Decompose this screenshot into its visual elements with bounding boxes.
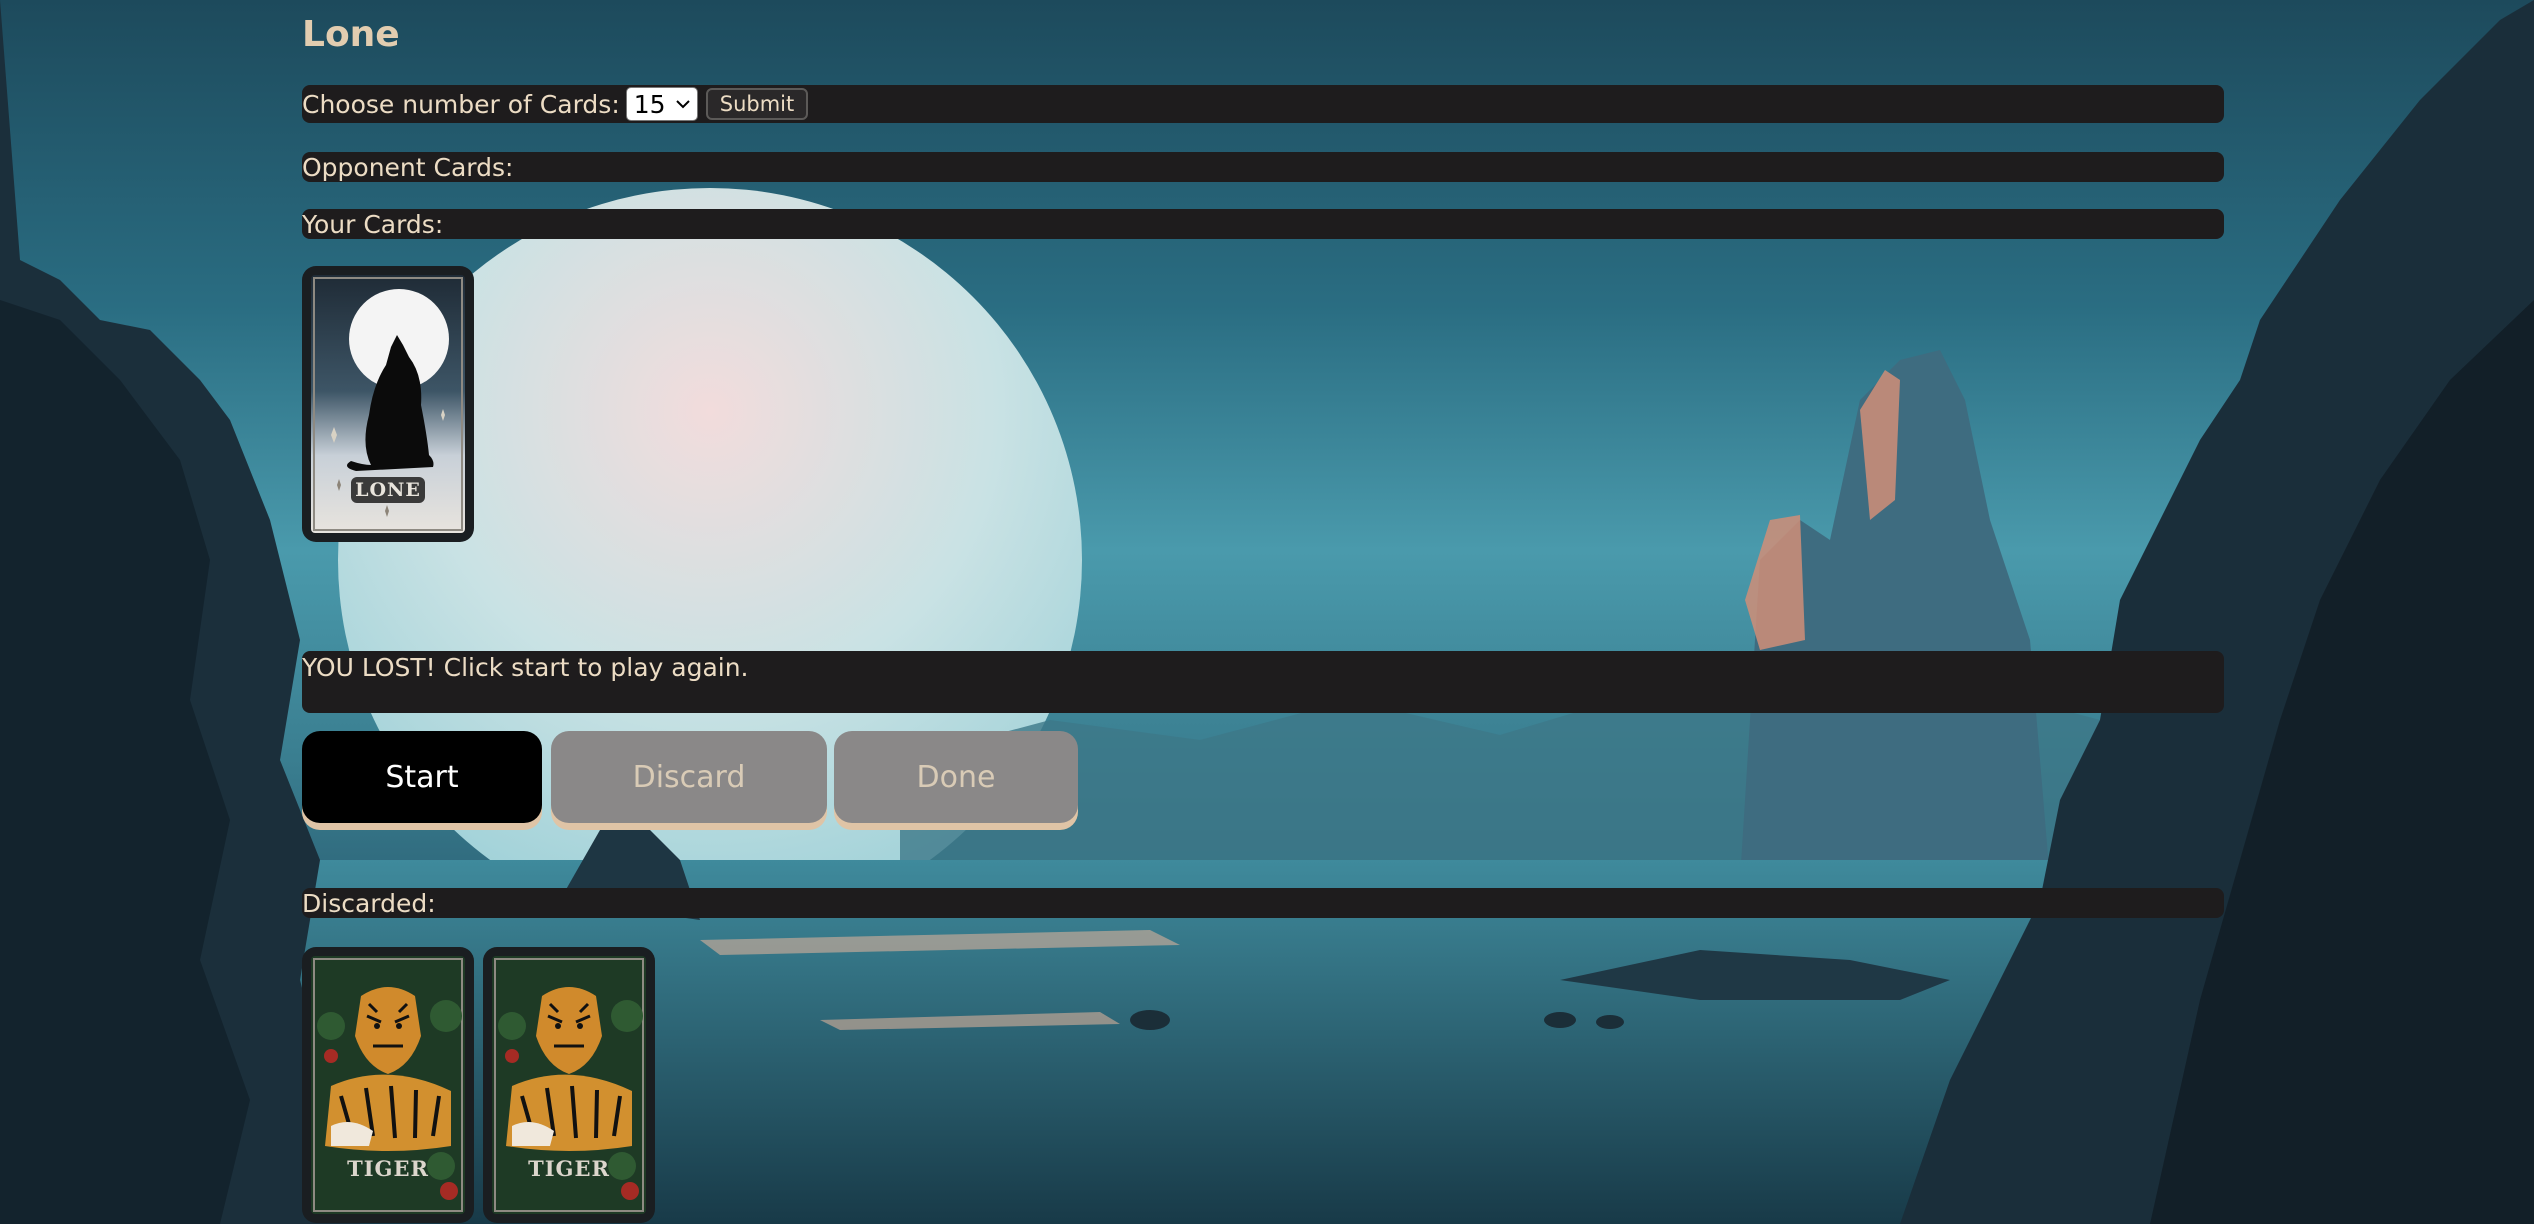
status-message-bar: YOU LOST! Click start to play again. bbox=[302, 651, 2224, 713]
card-count-label: Choose number of Cards: bbox=[302, 89, 620, 119]
card-label: TIGER bbox=[528, 1156, 610, 1181]
card-count-value: 15 bbox=[633, 89, 666, 119]
opponent-cards-label: Opponent Cards: bbox=[302, 152, 514, 182]
rock bbox=[1544, 1012, 1576, 1028]
discarded-card: TIGER bbox=[483, 947, 655, 1223]
rock bbox=[1596, 1015, 1624, 1029]
opponent-cards-bar: Opponent Cards: bbox=[302, 152, 2224, 182]
done-button[interactable]: Done bbox=[834, 731, 1078, 823]
your-cards-bar: Your Cards: bbox=[302, 209, 2224, 239]
start-button[interactable]: Start bbox=[302, 731, 542, 823]
card-label: TIGER bbox=[347, 1156, 429, 1181]
chevron-down-icon bbox=[675, 94, 691, 115]
discarded-card: TIGER bbox=[302, 947, 474, 1223]
discard-button[interactable]: Discard bbox=[551, 731, 827, 823]
card-face: LONE bbox=[311, 275, 465, 533]
submit-button[interactable]: Submit bbox=[705, 88, 809, 120]
card-count-select[interactable]: 15 bbox=[625, 87, 698, 121]
discarded-bar: Discarded: bbox=[302, 888, 2224, 918]
discarded-label: Discarded: bbox=[302, 888, 436, 918]
page-title: Lone bbox=[302, 14, 400, 55]
card-count-bar: Choose number of Cards: 15 Submit bbox=[302, 85, 2224, 123]
rock bbox=[1130, 1010, 1170, 1030]
card-face: TIGER bbox=[311, 956, 465, 1214]
player-card[interactable]: LONE bbox=[302, 266, 474, 542]
card-label: LONE bbox=[355, 479, 421, 501]
your-cards-label: Your Cards: bbox=[302, 209, 444, 239]
status-message: YOU LOST! Click start to play again. bbox=[302, 653, 749, 682]
card-face: TIGER bbox=[492, 956, 646, 1214]
